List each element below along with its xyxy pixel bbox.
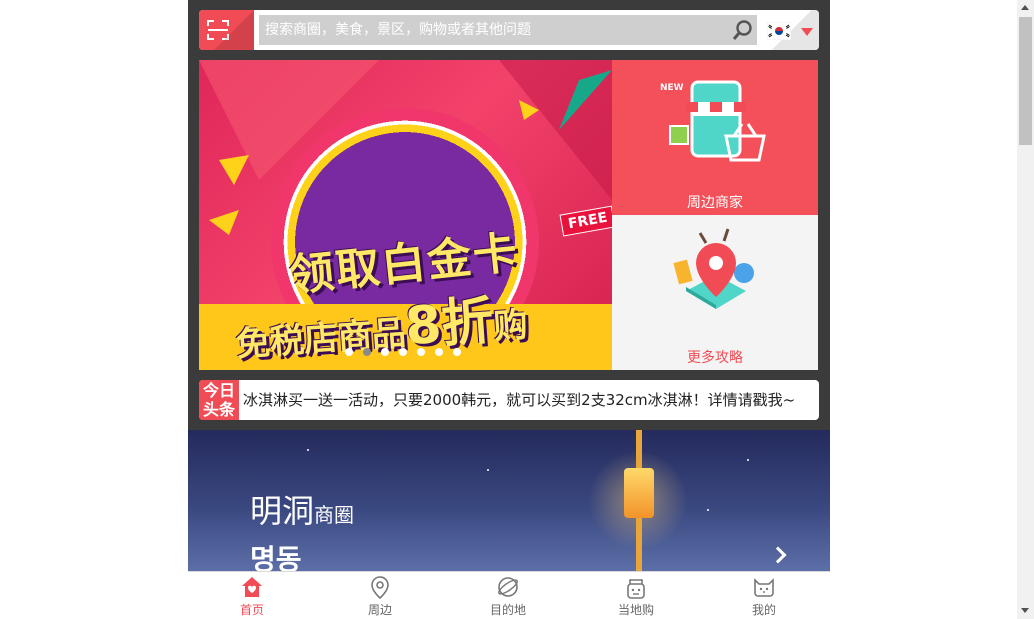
district-title: 明洞商圈: [250, 492, 355, 530]
page-scrollbar[interactable]: [1017, 0, 1034, 619]
scroll-thumb[interactable]: [1019, 17, 1032, 145]
district-card[interactable]: 明洞商圈 명동: [188, 430, 830, 571]
magnifier-icon[interactable]: [732, 19, 754, 41]
home-heart-icon: [242, 577, 262, 597]
scroll-up-arrow-icon[interactable]: [1021, 5, 1029, 10]
tab-local-shopping[interactable]: 当地购: [572, 572, 700, 619]
tab-mine[interactable]: 我的: [700, 572, 828, 619]
planet-icon: [498, 577, 518, 597]
headline-ticker[interactable]: 今日 头条 冰淇淋买一送一活动，只要2000韩元，就可以买到2支32cm冰淇淋！详…: [199, 380, 819, 420]
headline-text[interactable]: 冰淇淋买一送一活动，只要2000韩元，就可以买到2支32cm冰淇淋！详情请戳我~: [243, 380, 795, 420]
carousel-dot[interactable]: [363, 348, 371, 356]
tab-label: 首页: [239, 603, 264, 617]
promo-banner[interactable]: 领取白金卡 免税店商品8折购 FREE: [199, 60, 612, 370]
svg-text:NEW: NEW: [660, 83, 684, 93]
search-bar: [199, 10, 819, 50]
carousel-dot[interactable]: [453, 348, 461, 356]
bottom-tab-bar: 首页 周边 目的地 当地购 我的: [188, 571, 830, 619]
carousel-dot[interactable]: [435, 348, 443, 356]
app-frame: 领取白金卡 免税店商品8折购 FREE NEW 周边商家: [188, 0, 830, 619]
carousel-dot[interactable]: [345, 348, 353, 356]
carousel-dot[interactable]: [399, 348, 407, 356]
tab-label: 目的地: [489, 603, 526, 617]
more-guides-tile[interactable]: 更多攻略: [612, 215, 818, 370]
tower-observatory: [624, 468, 654, 518]
district-korean-name: 명동: [250, 543, 302, 571]
nearby-merchants-label: 周边商家: [687, 195, 743, 211]
location-pin-icon: [371, 576, 389, 600]
scan-button[interactable]: [199, 10, 254, 50]
tab-label: 当地购: [617, 603, 654, 617]
tab-nearby[interactable]: 周边: [316, 572, 444, 619]
tab-destination[interactable]: 目的地: [444, 572, 572, 619]
shop-phone-icon: NEW: [660, 80, 766, 162]
search-input[interactable]: [259, 15, 757, 45]
tab-label: 周边: [367, 603, 392, 617]
more-guides-label: 更多攻略: [687, 350, 743, 366]
tab-label: 我的: [751, 603, 776, 617]
cat-face-icon: [754, 578, 774, 597]
nearby-merchants-tile[interactable]: NEW 周边商家: [612, 60, 818, 215]
carousel-dot[interactable]: [381, 348, 389, 356]
scan-icon: [207, 20, 229, 40]
carousel-dot[interactable]: [417, 348, 425, 356]
chevron-down-icon[interactable]: [801, 28, 813, 36]
south-korea-flag-icon[interactable]: [767, 22, 791, 40]
shopping-mascot-icon: [627, 579, 645, 599]
tab-home[interactable]: 首页: [188, 572, 316, 619]
scroll-down-arrow-icon[interactable]: [1021, 608, 1029, 613]
headline-badge: 今日 头条: [199, 380, 239, 420]
map-pin-travel-icon: [673, 228, 754, 309]
